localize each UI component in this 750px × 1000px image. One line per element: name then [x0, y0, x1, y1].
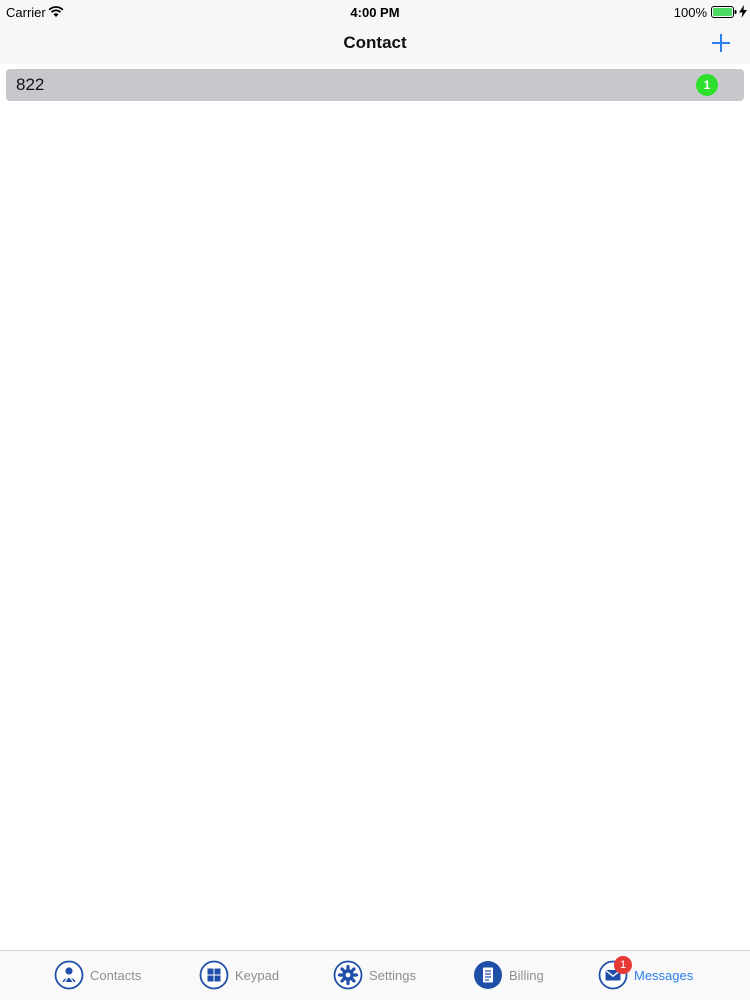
tab-bar: Contacts Keypad Settings Billing 1 Messa…	[0, 950, 750, 1000]
tab-billing-label: Billing	[509, 968, 544, 983]
tab-billing[interactable]: Billing	[473, 960, 558, 992]
keypad-icon	[199, 960, 229, 990]
settings-gear-icon	[333, 960, 363, 990]
tab-settings[interactable]: Settings	[333, 960, 428, 992]
tab-contacts[interactable]: Contacts	[54, 960, 154, 992]
tab-keypad-label: Keypad	[235, 968, 280, 983]
tab-settings-label: Settings	[369, 968, 416, 983]
billing-document-icon	[474, 961, 502, 989]
status-time: 4:00 PM	[350, 5, 400, 20]
plus-icon	[712, 34, 730, 52]
tab-messages[interactable]: 1 Messages	[598, 956, 708, 992]
contact-row[interactable]: 822 1	[6, 69, 744, 101]
tab-keypad[interactable]: Keypad	[199, 960, 289, 992]
battery-icon	[711, 6, 737, 18]
unread-count-badge: 1	[696, 74, 718, 96]
contact-list: 822 1	[6, 69, 744, 101]
navigation-bar: Contact	[0, 24, 750, 64]
tab-messages-label: Messages	[634, 968, 694, 983]
page-title: Contact	[343, 33, 407, 52]
tab-contacts-label: Contacts	[90, 968, 142, 983]
contacts-icon	[54, 960, 84, 990]
charging-bolt-icon	[739, 5, 747, 18]
add-contact-button[interactable]	[708, 30, 734, 56]
battery-percent: 100%	[673, 5, 707, 20]
messages-badge: 1	[614, 956, 632, 974]
contact-name: 822	[16, 75, 45, 94]
status-bar: Carrier 4:00 PM 100%	[0, 0, 750, 24]
